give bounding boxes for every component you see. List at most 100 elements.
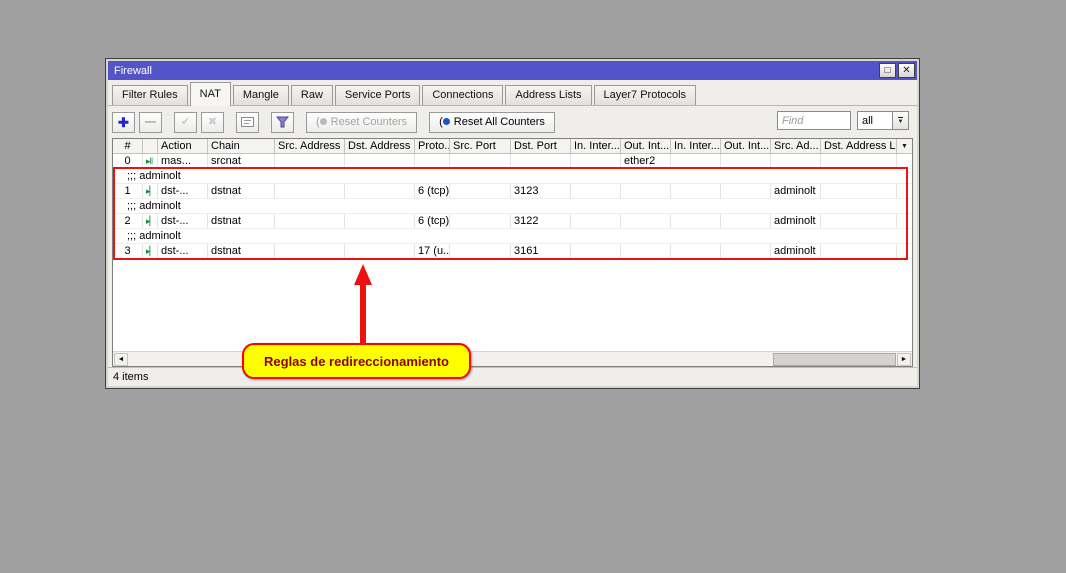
column-header-In. Inter...[interactable]: In. Inter... <box>671 139 721 153</box>
column-header-Proto...[interactable]: Proto... <box>415 139 450 153</box>
column-header-Dst. Address[interactable]: Dst. Address <box>345 139 415 153</box>
cell-Src. Port <box>450 184 511 198</box>
cell-Dst. Address Lis <box>821 244 897 258</box>
tab-service-ports[interactable]: Service Ports <box>335 85 420 105</box>
cell-Dst. Address <box>345 244 415 258</box>
maximize-button[interactable]: □ <box>879 63 896 78</box>
masquerade-icon <box>146 156 152 166</box>
cell-In. Inter... <box>671 244 721 258</box>
tab-nat[interactable]: NAT <box>190 82 231 106</box>
h-scrollbar[interactable]: ◄ ► <box>113 351 912 366</box>
cell-Out. Int... <box>621 244 671 258</box>
cell-Src. Ad... <box>771 154 821 168</box>
cell-#: 1 <box>113 184 143 198</box>
scroll-right-button[interactable]: ► <box>897 353 911 366</box>
disable-button[interactable]: ✖ <box>201 112 224 133</box>
table-header-row: # ActionChainSrc. AddressDst. AddressProt… <box>113 139 912 154</box>
cell-In. Inter... <box>671 184 721 198</box>
action-icon-cell <box>143 184 158 198</box>
filter-select[interactable]: all ▼ <box>857 111 909 130</box>
window-titlebar[interactable]: Firewall □ ✕ <box>108 61 917 80</box>
dst-nat-icon <box>146 186 158 196</box>
cell-In. Inter... <box>571 244 621 258</box>
cell-Out. Int... <box>721 154 771 168</box>
table-body: 0mas...srcnatether2;;; adminolt1dst-...d… <box>113 154 912 259</box>
column-header-Dst. Address Lis[interactable]: Dst. Address Lis <box>821 139 897 153</box>
reset-counters-label: Reset Counters <box>331 116 407 128</box>
comment-button[interactable] <box>236 112 259 133</box>
filter-select-dropdown-button[interactable]: ▼ <box>892 112 908 129</box>
column-header-#[interactable]: # <box>113 139 143 153</box>
nat-rules-list: # ActionChainSrc. AddressDst. AddressProt… <box>112 138 913 367</box>
column-header-icon[interactable] <box>143 139 158 153</box>
dst-nat-icon <box>146 216 158 226</box>
filter-select-value: all <box>858 115 892 127</box>
cell-Proto...: 6 (tcp) <box>415 184 450 198</box>
column-header-Action[interactable]: Action <box>158 139 208 153</box>
rule-row-2[interactable]: 2dst-...dstnat6 (tcp)3122adminolt <box>113 214 912 229</box>
column-header-Src. Ad...[interactable]: Src. Ad... <box>771 139 821 153</box>
plus-icon: ✚ <box>118 116 129 129</box>
window-title: Firewall <box>114 65 152 77</box>
cell-Out. Int... <box>721 184 771 198</box>
close-button[interactable]: ✕ <box>898 63 915 78</box>
scroll-left-button[interactable]: ◄ <box>114 353 128 366</box>
tab-filter-rules[interactable]: Filter Rules <box>112 85 188 105</box>
items-count: 4 items <box>113 371 148 383</box>
column-header-Src. Port[interactable]: Src. Port <box>450 139 511 153</box>
comment-row[interactable]: ;;; adminolt <box>113 229 912 244</box>
tab-address-lists[interactable]: Address Lists <box>505 85 591 105</box>
column-header-Dst. Port[interactable]: Dst. Port <box>511 139 571 153</box>
column-header-Out. Int...[interactable]: Out. Int... <box>721 139 771 153</box>
cell-Action: mas... <box>158 154 208 168</box>
toolbar-buttons: ✚ — ✔ ✖ <box>112 112 555 133</box>
status-bar: 4 items <box>108 367 917 386</box>
cell-#: 2 <box>113 214 143 228</box>
comment-row[interactable]: ;;; adminolt <box>113 169 912 184</box>
annotation-callout: Reglas de redireccionamiento <box>242 343 471 379</box>
filter-button[interactable] <box>271 112 294 133</box>
cell-In. Inter... <box>671 214 721 228</box>
cell-Src. Ad...: adminolt <box>771 244 821 258</box>
filter-icon <box>276 116 289 128</box>
tab-mangle[interactable]: Mangle <box>233 85 289 105</box>
column-header-Src. Address[interactable]: Src. Address <box>275 139 345 153</box>
scrollbar-thumb[interactable] <box>773 353 896 366</box>
callout-text: Reglas de redireccionamiento <box>264 354 449 369</box>
enable-button[interactable]: ✔ <box>174 112 197 133</box>
column-header-Chain[interactable]: Chain <box>208 139 275 153</box>
action-icon-cell <box>143 244 158 258</box>
cell-Dst. Address Lis <box>821 154 897 168</box>
reset-all-counters-icon: ( <box>439 116 450 128</box>
comment-row[interactable]: ;;; adminolt <box>113 199 912 214</box>
find-input[interactable] <box>777 111 851 130</box>
column-selector-button[interactable]: ▼ <box>897 139 912 153</box>
cell-Dst. Address Lis <box>821 184 897 198</box>
cross-icon: ✖ <box>208 117 217 128</box>
cell-In. Inter... <box>571 214 621 228</box>
rule-row-0[interactable]: 0mas...srcnatether2 <box>113 154 912 169</box>
tab-bar: Filter RulesNATMangleRawService PortsCon… <box>108 80 917 106</box>
cell-Out. Int... <box>721 244 771 258</box>
window-body: Filter RulesNATMangleRawService PortsCon… <box>108 80 917 386</box>
tab-raw[interactable]: Raw <box>291 85 333 105</box>
reset-all-counters-label: Reset All Counters <box>454 116 545 128</box>
tab-connections[interactable]: Connections <box>422 85 503 105</box>
cell-Proto... <box>415 154 450 168</box>
rule-row-3[interactable]: 3dst-...dstnat17 (u...3161adminolt <box>113 244 912 259</box>
cell-Proto...: 17 (u... <box>415 244 450 258</box>
tab-layer7-protocols[interactable]: Layer7 Protocols <box>594 85 697 105</box>
reset-counters-button[interactable]: ( Reset Counters <box>306 112 417 133</box>
cell-Dst. Port: 3161 <box>511 244 571 258</box>
minus-icon: — <box>145 117 156 128</box>
remove-button[interactable]: — <box>139 112 162 133</box>
cell-Src. Port <box>450 154 511 168</box>
cell-Dst. Port: 3122 <box>511 214 571 228</box>
cell-Dst. Address <box>345 214 415 228</box>
column-header-In. Inter...[interactable]: In. Inter... <box>571 139 621 153</box>
cell-Dst. Address Lis <box>821 214 897 228</box>
column-header-Out. Int...[interactable]: Out. Int... <box>621 139 671 153</box>
rule-row-1[interactable]: 1dst-...dstnat6 (tcp)3123adminolt <box>113 184 912 199</box>
add-button[interactable]: ✚ <box>112 112 135 133</box>
reset-all-counters-button[interactable]: ( Reset All Counters <box>429 112 555 133</box>
